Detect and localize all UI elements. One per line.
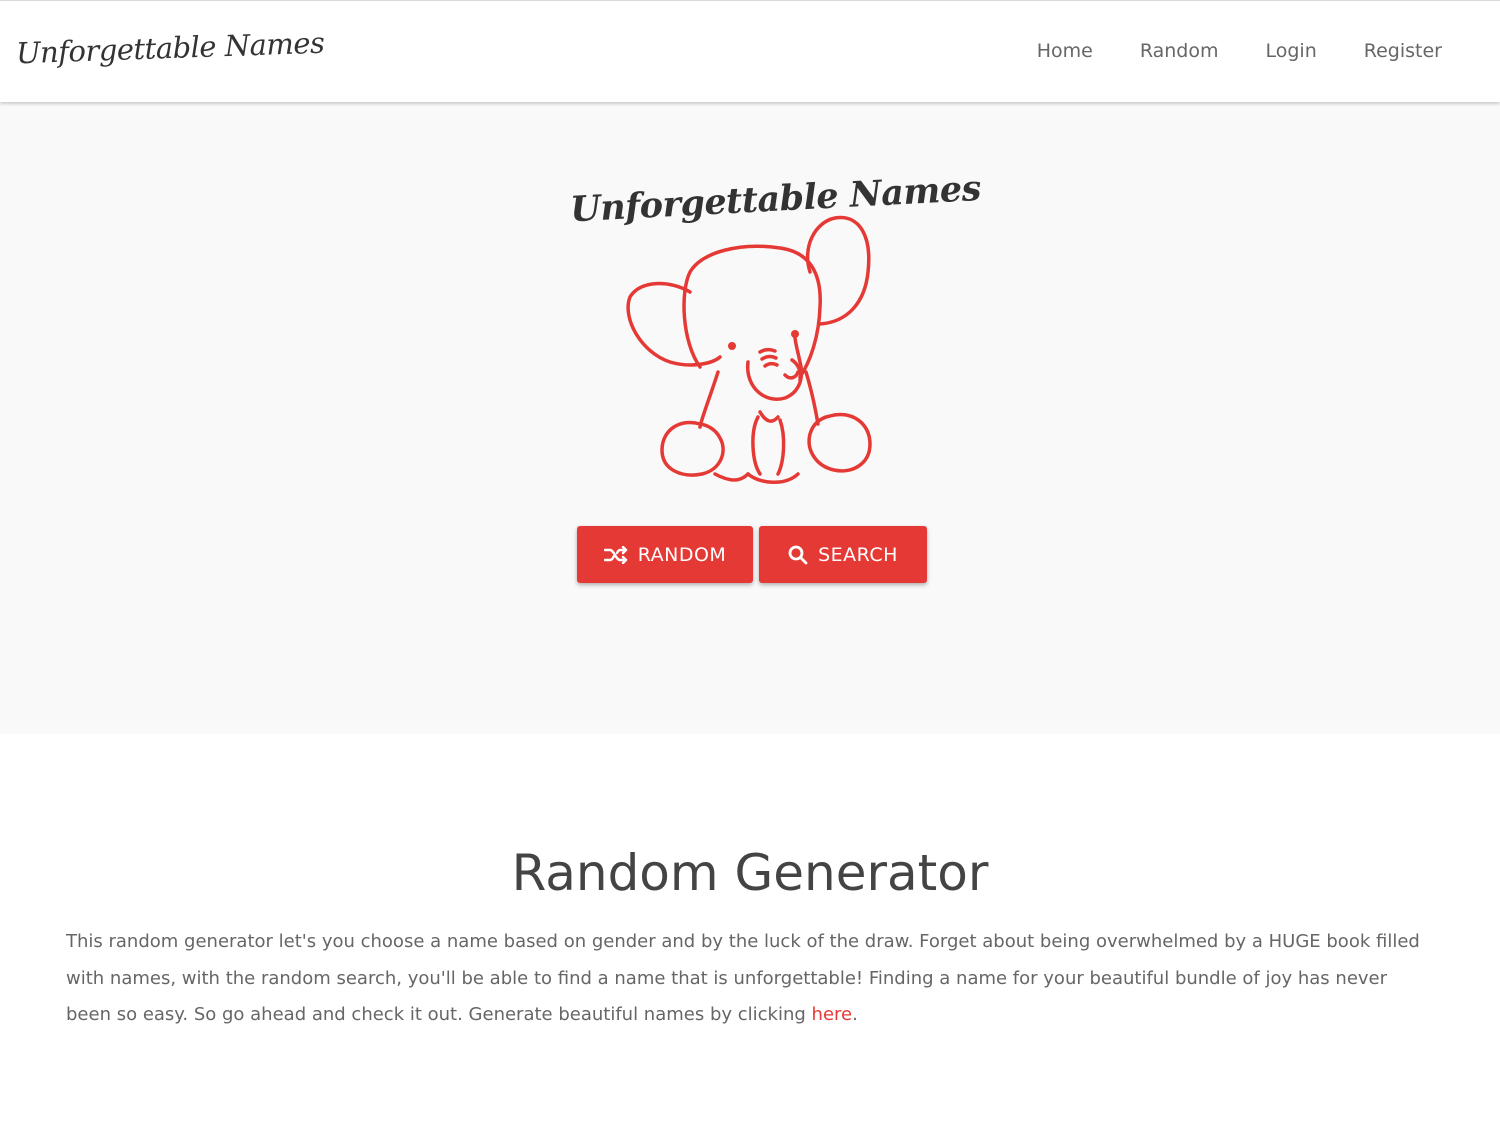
here-link[interactable]: here [812,1004,853,1025]
search-button-label: SEARCH [818,543,898,566]
section-description-text: This random generator let's you choose a… [66,931,1420,1025]
random-button-label: RANDOM [637,543,727,566]
hero-section: Unforgettable Names RANDOM SEARCH [0,102,1500,734]
brand-logo[interactable]: Unforgettable Names [16,26,325,71]
search-icon [788,545,808,565]
random-button[interactable]: RANDOM [577,526,753,583]
random-generator-section: Random Generator This random generator l… [0,734,1500,1134]
elephant-illustration [626,215,872,484]
section-title: Random Generator [511,844,989,902]
search-button[interactable]: SEARCH [759,526,927,583]
section-description-end: . [852,1004,858,1025]
nav-login-link[interactable]: Login [1266,39,1317,63]
nav-register-link[interactable]: Register [1364,39,1442,63]
shuffle-icon [603,545,628,564]
navbar: Unforgettable Names Home Random Login Re… [0,0,1500,102]
hero-button-group: RANDOM SEARCH [577,526,927,583]
nav-random-link[interactable]: Random [1140,39,1219,63]
nav-links: Home Random Login Register [1037,39,1442,63]
section-description: This random generator let's you choose a… [66,924,1436,1034]
nav-home-link[interactable]: Home [1037,39,1093,63]
